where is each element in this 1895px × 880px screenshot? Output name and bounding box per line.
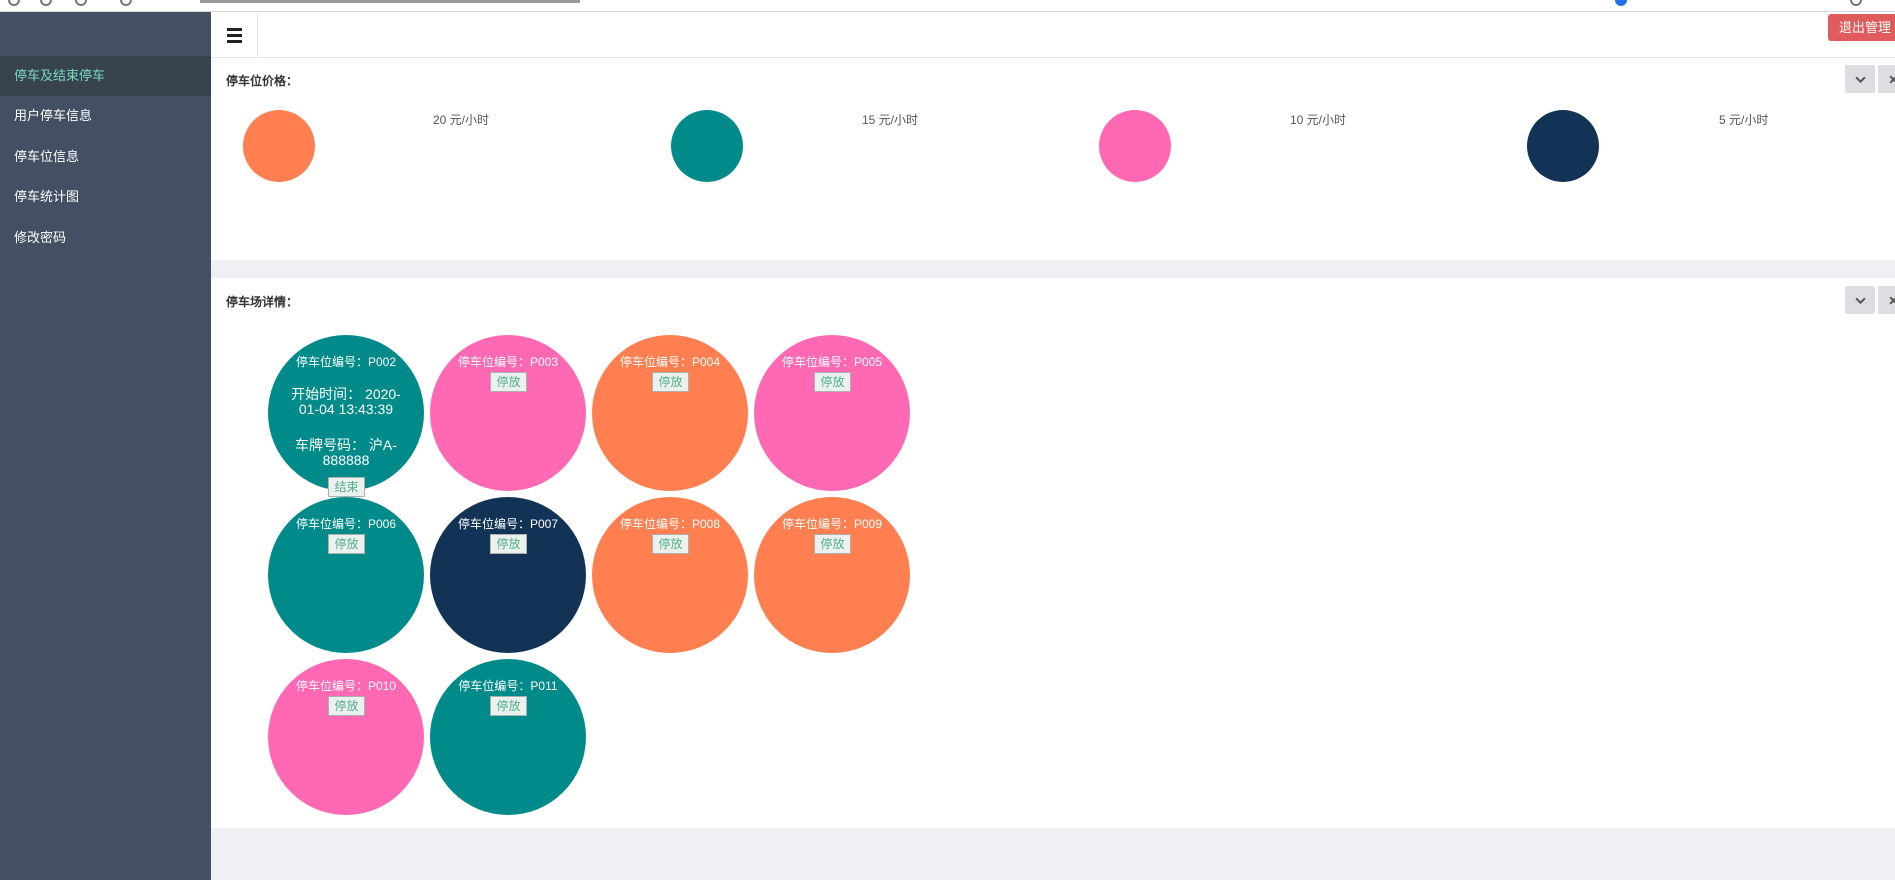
- sidebar-item-user-parking-info[interactable]: 用户停车信息: [0, 96, 211, 136]
- spot-code: 停车位编号：P006: [295, 517, 397, 531]
- lot-panel-title: 停车场详情：: [226, 295, 299, 309]
- park-button[interactable]: 停放: [652, 534, 689, 554]
- park-button[interactable]: 停放: [328, 534, 365, 554]
- spot-code: 停车位编号：P003: [457, 355, 559, 369]
- price-label: 5 元/小时: [1719, 113, 1769, 127]
- parking-spot: 停车位编号：P005 停放: [754, 335, 910, 491]
- park-button[interactable]: 停放: [652, 372, 689, 392]
- end-parking-button[interactable]: 结束: [328, 477, 365, 497]
- park-button[interactable]: 停放: [490, 696, 527, 716]
- spot-code: 停车位编号：P004: [619, 355, 721, 369]
- parking-spot: 停车位编号：P009 停放: [754, 497, 910, 653]
- browser-back-icon[interactable]: [8, 0, 20, 6]
- park-button[interactable]: 停放: [490, 372, 527, 392]
- menu-toggle-icon[interactable]: [211, 12, 258, 58]
- price-panel: 停车位价格： 20 元/小时 15 元/小时 10 元/小时 5 元/小时: [211, 58, 1895, 260]
- top-navbar: [211, 12, 1895, 58]
- spot-code: 停车位编号：P002: [295, 355, 397, 369]
- price-label: 10 元/小时: [1290, 113, 1347, 127]
- spot-code: 停车位编号：P011: [458, 679, 558, 693]
- close-icon[interactable]: [1878, 286, 1895, 314]
- collapse-chevron-icon[interactable]: [1845, 286, 1875, 314]
- park-button[interactable]: 停放: [814, 534, 851, 554]
- price-label: 15 元/小时: [862, 113, 919, 127]
- collapse-chevron-icon[interactable]: [1845, 65, 1875, 93]
- browser-toolbar: [0, 0, 1895, 12]
- browser-profile-icon[interactable]: [1615, 0, 1627, 6]
- logout-button[interactable]: 退出管理: [1828, 14, 1895, 41]
- sidebar: 停车及结束停车 用户停车信息 停车位信息 停车统计图 修改密码: [0, 12, 211, 880]
- parking-spot: 停车位编号：P008 停放: [592, 497, 748, 653]
- browser-forward-icon[interactable]: [40, 0, 52, 6]
- parking-spot: 停车位编号：P006 停放: [268, 497, 424, 653]
- spot-code: 停车位编号：P007: [457, 517, 559, 531]
- price-swatch: [243, 110, 315, 182]
- browser-reload-icon[interactable]: [75, 0, 87, 6]
- price-swatch: [1099, 110, 1171, 182]
- sidebar-item-change-password[interactable]: 修改密码: [0, 218, 211, 258]
- price-panel-title: 停车位价格：: [226, 74, 299, 88]
- browser-home-icon[interactable]: [120, 0, 132, 6]
- parking-spot: 停车位编号：P010 停放: [268, 659, 424, 815]
- price-swatch: [671, 110, 743, 182]
- price-label: 20 元/小时: [433, 113, 490, 127]
- park-button[interactable]: 停放: [490, 534, 527, 554]
- address-bar[interactable]: [200, 0, 580, 3]
- sidebar-item-spot-info[interactable]: 停车位信息: [0, 137, 211, 177]
- price-swatch: [1527, 110, 1599, 182]
- spot-code: 停车位编号：P010: [295, 679, 397, 693]
- spot-code: 停车位编号：P008: [619, 517, 721, 531]
- sidebar-item-park-and-end[interactable]: 停车及结束停车: [0, 56, 211, 96]
- spot-code: 停车位编号：P009: [781, 517, 883, 531]
- browser-menu-icon[interactable]: [1850, 0, 1862, 6]
- park-button[interactable]: 停放: [328, 696, 365, 716]
- lot-panel: 停车场详情： 停车位编号：P002 开始时间： 2020-01-04 13:43:…: [211, 278, 1895, 828]
- parking-spot: 停车位编号：P011 停放: [430, 659, 586, 815]
- close-icon[interactable]: [1878, 65, 1895, 93]
- spot-plate-number: 车牌号码： 沪A-888888: [295, 437, 397, 468]
- parking-spot: 停车位编号：P004 停放: [592, 335, 748, 491]
- sidebar-item-statistics[interactable]: 停车统计图: [0, 177, 211, 217]
- spot-code: 停车位编号：P005: [781, 355, 883, 369]
- parking-spot: 停车位编号：P003 停放: [430, 335, 586, 491]
- parking-spot: 停车位编号：P007 停放: [430, 497, 586, 653]
- parking-spot: 停车位编号：P002 开始时间： 2020-01-04 13:43:39 车牌号码：…: [268, 335, 424, 497]
- spot-start-time: 开始时间： 2020-01-04 13:43:39: [291, 386, 401, 417]
- park-button[interactable]: 停放: [814, 372, 851, 392]
